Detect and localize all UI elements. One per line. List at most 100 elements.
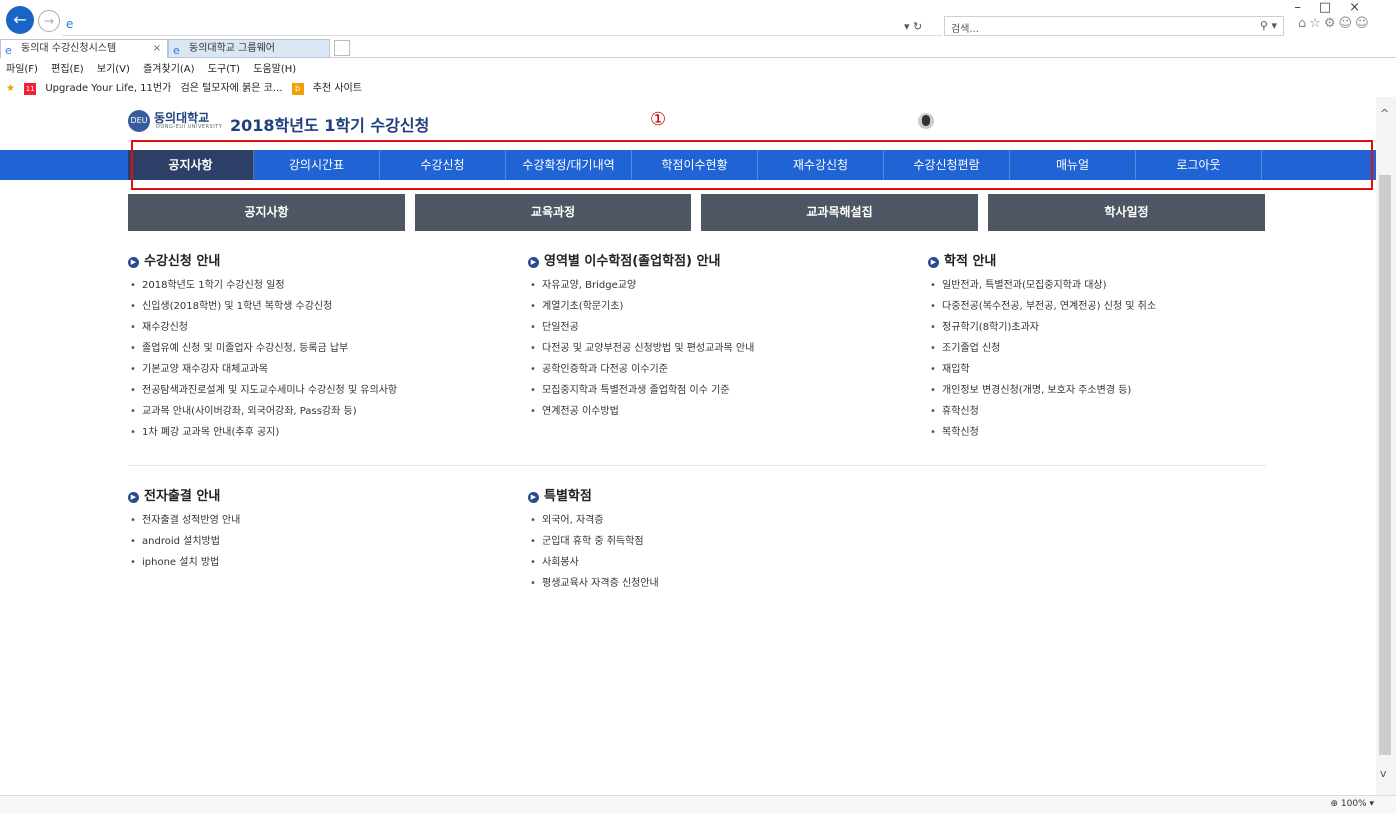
list-item[interactable]: 외국어, 자격증 [528,510,908,531]
nav-timetable[interactable]: 강의시간표 [254,150,380,180]
user-icon[interactable] [918,113,934,129]
list-item[interactable]: 사회봉사 [528,552,908,573]
section-title: ▶ 전자출결 안내 [128,488,508,510]
arrow-bullet-icon: ▶ [128,257,139,268]
list-item[interactable]: 개인정보 변경신청(개명, 보호자 주소변경 등) [928,380,1308,401]
list-item[interactable]: 1차 폐강 교과목 안내(추후 공지) [128,422,508,443]
list-item[interactable]: iphone 설치 방법 [128,552,508,573]
nav-notice[interactable]: 공지사항 [128,150,254,180]
close-tab-icon[interactable]: × [153,40,161,58]
page-title: 2018학년도 1학기 수강신청 [230,116,430,135]
list-item[interactable]: android 설치방법 [128,531,508,552]
menu-bar: 파일(F) 편집(E) 보기(V) 즐겨찾기(A) 도구(T) 도움말(H) [6,60,306,75]
favorite-link[interactable]: Upgrade Your Life, 11번가 [45,83,171,94]
list-item[interactable]: 일반전과, 특별전과(모집중지학과 대상) [928,275,1308,296]
address-bar[interactable] [62,16,942,36]
list-item[interactable]: 신입생(2018학번) 및 1학년 복학생 수강신청 [128,296,508,317]
section-title: ▶ 특별학점 [528,488,908,510]
ie-tab-icon: e [173,44,180,57]
window-controls[interactable]: –□× [1294,0,1378,15]
zoom-control[interactable]: ⊕ 100% ▾ [1330,799,1374,809]
list-item[interactable]: 졸업유예 신청 및 미졸업자 수강신청, 등록금 납부 [128,338,508,359]
list-item[interactable]: 공학인증학과 다전공 이수기준 [528,359,908,380]
divider [128,465,1266,466]
browser-chrome: ← → e ▾ ↻ 검색... ⚲ ▾ ⌂☆⚙☺☺ –□× e 동의대 수강신청… [0,0,1396,97]
ie-page-icon: e [66,17,74,31]
list-item[interactable]: 정규학기(8학기)초과자 [928,317,1308,338]
list-item[interactable]: 자유교양, Bridge교양 [528,275,908,296]
toolbar-icons[interactable]: ⌂☆⚙☺☺ [1298,16,1372,31]
menu-edit[interactable]: 편집(E) [51,64,84,75]
section-title: ▶ 영역별 이수학점(졸업학점) 안내 [528,253,908,275]
nav-logout[interactable]: 로그아웃 [1136,150,1262,180]
menu-favorites[interactable]: 즐겨찾기(A) [143,64,194,75]
new-tab-button[interactable] [334,40,350,56]
main-nav: 공지사항 강의시간표 수강신청 수강확정/대기내역 학점이수현황 재수강신청 수… [0,150,1376,180]
list-item[interactable]: 평생교육사 자격증 신청안내 [528,573,908,594]
11st-icon: 11 [24,83,37,95]
status-bar: ⊕ 100% ▾ [0,795,1396,813]
section-academic-records: ▶학적 안내 일반전과, 특별전과(모집중지학과 대상) 다중전공(복수전공, … [928,253,1308,443]
list-item[interactable]: 전공탐색과진로설계 및 지도교수세미나 수강신청 및 유의사항 [128,380,508,401]
tab-label: 동의대 수강신청시스템 [21,43,117,54]
list-item[interactable]: 기본교양 재수강자 대체교과목 [128,359,508,380]
list-item[interactable]: 연계전공 이수방법 [528,401,908,422]
university-seal-icon[interactable]: DEU [128,110,150,132]
bing-icon: b [291,83,304,95]
list-item[interactable]: 휴학신청 [928,401,1308,422]
back-arrow-icon[interactable]: ← [6,6,34,34]
scroll-up-icon[interactable]: ^ [1380,107,1389,120]
arrow-bullet-icon: ▶ [528,257,539,268]
list-item[interactable]: 다전공 및 교양부전공 신청방법 및 편성교과목 안내 [528,338,908,359]
annotation-marker: ① [650,109,667,130]
tab-label: 동의대학교 그룹웨어 [189,43,275,54]
nav-credit-status[interactable]: 학점이수현황 [632,150,758,180]
nav-confirm-waitlist[interactable]: 수강확정/대기내역 [506,150,632,180]
section-title: ▶ 학적 안내 [928,253,1308,275]
arrow-bullet-icon: ▶ [128,492,139,503]
address-row: ← → e ▾ ↻ 검색... ⚲ ▾ ⌂☆⚙☺☺ –□× [0,0,1396,38]
quick-link-academic-calendar[interactable]: 학사일정 [988,194,1265,231]
favorites-star-icon[interactable]: ★ [6,83,15,94]
section-e-attendance: ▶전자출결 안내 전자출결 성적반영 안내 android 설치방법 iphon… [128,488,508,573]
list-item[interactable]: 재수강신청 [128,317,508,338]
tab-groupware[interactable]: e 동의대학교 그룹웨어 [168,39,330,58]
list-item[interactable]: 단일전공 [528,317,908,338]
list-item[interactable]: 군입대 휴학 중 취득학점 [528,531,908,552]
search-placeholder: 검색... [951,24,979,35]
list-item[interactable]: 전자출결 성적반영 안내 [128,510,508,531]
search-icon[interactable]: ⚲ ▾ [1260,19,1277,32]
quick-link-notice[interactable]: 공지사항 [128,194,405,231]
list-item[interactable]: 복학신청 [928,422,1308,443]
list-item[interactable]: 다중전공(복수전공, 부전공, 연계전공) 신청 및 취소 [928,296,1308,317]
nav-handbook[interactable]: 수강신청편람 [884,150,1010,180]
page-content: DEU 동의대학교 DONG-EUI UNIVERSITY 2018학년도 1학… [0,97,1386,795]
scrollbar-thumb[interactable] [1379,175,1391,755]
refresh-icon[interactable]: ▾ ↻ [904,20,922,33]
menu-tools[interactable]: 도구(T) [208,64,240,75]
list-item[interactable]: 2018학년도 1학기 수강신청 일정 [128,275,508,296]
list-item[interactable]: 교과목 안내(사이버강좌, 외국어강좌, Pass강좌 등) [128,401,508,422]
quick-link-course-descriptions[interactable]: 교과목해설집 [701,194,978,231]
list-item[interactable]: 조기졸업 신청 [928,338,1308,359]
list-item[interactable]: 재입학 [928,359,1308,380]
search-input[interactable]: 검색... ⚲ ▾ [944,16,1284,36]
menu-help[interactable]: 도움말(H) [253,64,296,75]
list-item[interactable]: 계열기초(학문기초) [528,296,908,317]
list-item[interactable]: 모집중지학과 특별전과생 졸업학점 이수 기준 [528,380,908,401]
section-course-registration: ▶수강신청 안내 2018학년도 1학기 수강신청 일정 신입생(2018학번)… [128,253,508,443]
ie-tab-icon: e [5,44,12,57]
menu-file[interactable]: 파일(F) [6,64,38,75]
scroll-down-icon[interactable]: v [1380,767,1387,780]
quick-link-curriculum[interactable]: 교육과정 [415,194,691,231]
nav-manual[interactable]: 매뉴얼 [1010,150,1136,180]
favorite-link[interactable]: 추천 사이트 [313,83,362,94]
favorite-link[interactable]: 검은 털모자에 붉은 코... [181,83,283,94]
tab-course-registration[interactable]: e 동의대 수강신청시스템 × [0,39,168,58]
section-special-credits: ▶특별학점 외국어, 자격증 군입대 휴학 중 취득학점 사회봉사 평생교육사 … [528,488,908,594]
nav-registration[interactable]: 수강신청 [380,150,506,180]
menu-view[interactable]: 보기(V) [97,64,130,75]
forward-arrow-icon[interactable]: → [38,10,60,32]
nav-retake[interactable]: 재수강신청 [758,150,884,180]
vertical-scrollbar[interactable]: ^ v [1376,97,1396,795]
